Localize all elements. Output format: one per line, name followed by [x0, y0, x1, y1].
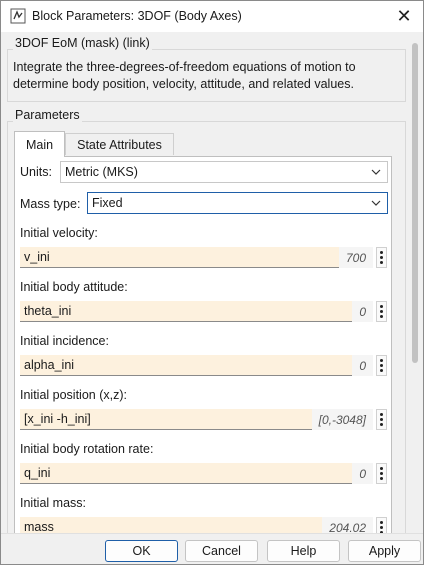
close-icon: ✕: [396, 5, 412, 26]
window-title: Block Parameters: 3DOF (Body Axes): [32, 9, 242, 23]
kebab-menu-icon[interactable]: [376, 517, 387, 533]
units-dropdown[interactable]: Metric (MKS): [60, 161, 388, 183]
param-expression: [x_ini -h_ini]: [24, 412, 91, 426]
title-bar: Block Parameters: 3DOF (Body Axes) ✕: [1, 1, 423, 32]
ok-button[interactable]: OK: [105, 540, 178, 562]
apply-button[interactable]: Apply: [348, 540, 421, 562]
apply-button-label: Apply: [368, 544, 401, 558]
initial-body-rotation-rate-input[interactable]: q_ini 0: [20, 463, 373, 484]
param-label-initial-position: Initial position (x,z):: [20, 388, 127, 402]
tab-state-attributes-label: State Attributes: [77, 137, 162, 152]
block-parameters-icon: [10, 8, 26, 24]
chevron-down-icon: [371, 169, 381, 175]
initial-velocity-input[interactable]: v_ini 700: [20, 247, 373, 268]
tab-main[interactable]: Main: [14, 131, 65, 157]
kebab-menu-icon[interactable]: [376, 301, 387, 322]
initial-mass-input[interactable]: mass 204.02: [20, 517, 373, 534]
block-description: Integrate the three-degrees-of-freedom e…: [13, 60, 356, 91]
block-group-label: 3DOF EoM (mask) (link): [13, 36, 152, 50]
parameters-group-label: Parameters: [13, 108, 82, 122]
kebab-menu-icon[interactable]: [376, 247, 387, 268]
kebab-menu-icon[interactable]: [376, 409, 387, 430]
kebab-menu-icon[interactable]: [376, 463, 387, 484]
units-label: Units:: [20, 165, 52, 179]
initial-position-input[interactable]: [x_ini -h_ini] [0,-3048]: [20, 409, 373, 430]
cancel-button-label: Cancel: [202, 544, 241, 558]
mass-type-label: Mass type:: [20, 197, 81, 211]
param-label-initial-mass: Initial mass:: [20, 496, 86, 510]
param-label-initial-body-attitude: Initial body attitude:: [20, 280, 128, 294]
param-evaluated-value: 0: [352, 355, 373, 376]
initial-body-attitude-input[interactable]: theta_ini 0: [20, 301, 373, 322]
initial-incidence-input[interactable]: alpha_ini 0: [20, 355, 373, 376]
chevron-down-icon: [371, 200, 381, 206]
param-label-initial-incidence: Initial incidence:: [20, 334, 109, 348]
param-label-initial-velocity: Initial velocity:: [20, 226, 98, 240]
footer-divider: [1, 533, 423, 534]
help-button[interactable]: Help: [267, 540, 340, 562]
mass-type-dropdown[interactable]: Fixed: [87, 192, 388, 214]
param-expression: q_ini: [24, 466, 51, 480]
main-tab-panel: Units: Metric (MKS) Mass type: Fixed Ini…: [14, 156, 392, 534]
param-evaluated-value: [0,-3048]: [311, 409, 373, 430]
param-expression: alpha_ini: [24, 358, 75, 372]
vertical-scrollbar[interactable]: [412, 43, 418, 363]
param-evaluated-value: 204.02: [322, 517, 373, 533]
ok-button-label: OK: [132, 544, 151, 558]
units-value: Metric (MKS): [65, 165, 138, 179]
param-expression: mass: [24, 520, 54, 534]
param-evaluated-value: 0: [352, 301, 373, 322]
mass-type-value: Fixed: [92, 196, 123, 210]
close-button[interactable]: ✕: [391, 4, 417, 28]
tab-state-attributes[interactable]: State Attributes: [65, 133, 174, 155]
param-expression: theta_ini: [24, 304, 72, 318]
help-button-label: Help: [290, 544, 317, 558]
param-expression: v_ini: [24, 250, 50, 264]
param-evaluated-value: 700: [338, 247, 373, 268]
cancel-button[interactable]: Cancel: [185, 540, 258, 562]
tab-main-label: Main: [25, 137, 54, 152]
param-evaluated-value: 0: [352, 463, 373, 484]
param-label-initial-body-rotation-rate: Initial body rotation rate:: [20, 442, 154, 456]
kebab-menu-icon[interactable]: [376, 355, 387, 376]
